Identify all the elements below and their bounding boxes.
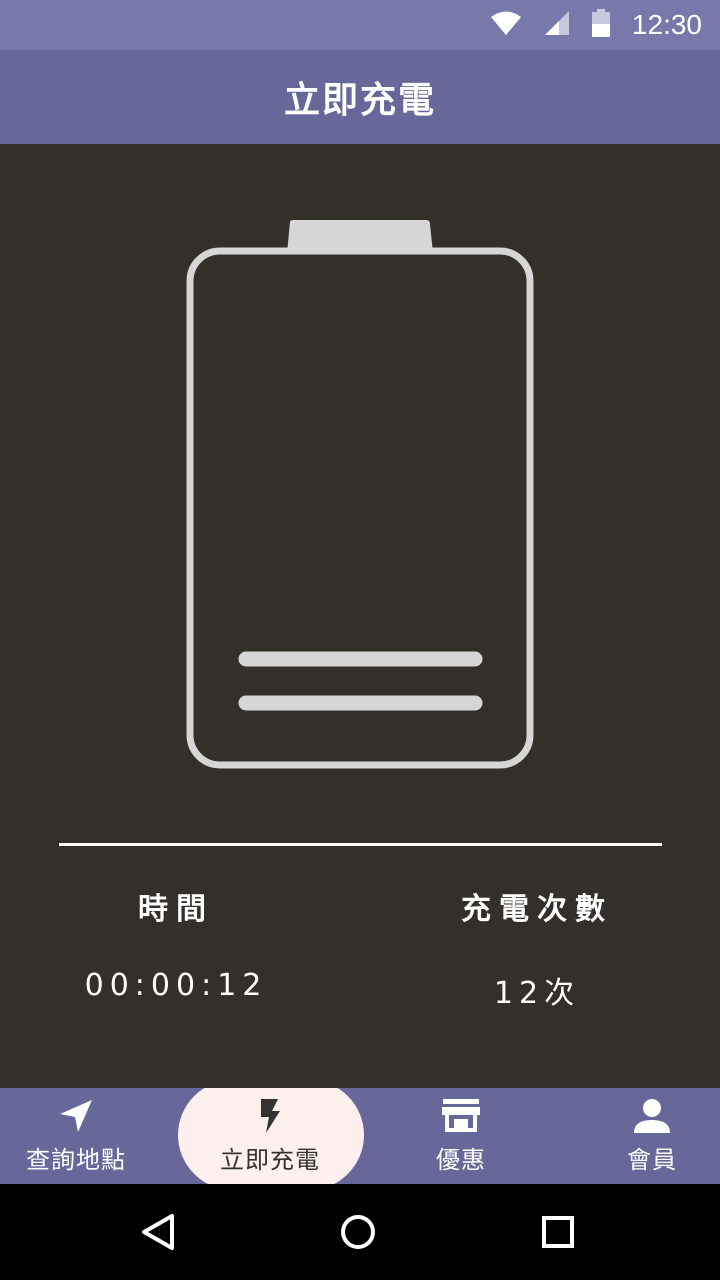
lightning-bolt-icon [258, 1096, 282, 1136]
charge-count-value: 12次 [493, 976, 581, 1011]
tab-find-location[interactable]: 查詢地點 [0, 1088, 166, 1184]
time-label: 時間 [138, 892, 214, 927]
tab-label: 會員 [627, 1146, 677, 1174]
status-time: 12:30 [631, 9, 702, 40]
page-title: 立即充電 [283, 80, 436, 121]
time-value: 00:00:12 [84, 968, 268, 1003]
divider [59, 843, 662, 846]
charging-panel: 時間 00:00:12 充電次數 12次 [0, 144, 720, 1088]
wifi-icon [490, 10, 522, 40]
tab-offers[interactable]: 優惠 [371, 1088, 551, 1184]
navigation-arrow-icon [58, 1096, 94, 1136]
tab-label: 查詢地點 [26, 1146, 126, 1174]
app-bar: 立即充電 [0, 50, 720, 144]
tab-label: 立即充電 [220, 1146, 320, 1174]
system-navigation-bar [0, 1184, 720, 1280]
battery-outline-icon [186, 220, 534, 772]
charge-count-label: 充電次數 [461, 892, 613, 927]
signal-icon [544, 10, 570, 40]
tab-label: 優惠 [436, 1146, 486, 1174]
status-bar: 12:30 [0, 0, 720, 50]
bottom-nav: 查詢地點 立即充電 優惠 會員 [0, 1088, 720, 1184]
tab-charge-now[interactable]: 立即充電 [180, 1088, 360, 1184]
person-icon [634, 1096, 670, 1136]
back-icon[interactable] [138, 1212, 178, 1252]
store-icon [442, 1096, 480, 1136]
status-icons: 12:30 [490, 0, 702, 50]
recent-apps-icon[interactable] [538, 1212, 578, 1252]
battery-icon [591, 9, 610, 41]
tab-member[interactable]: 會員 [562, 1088, 720, 1184]
home-icon[interactable] [338, 1212, 378, 1252]
